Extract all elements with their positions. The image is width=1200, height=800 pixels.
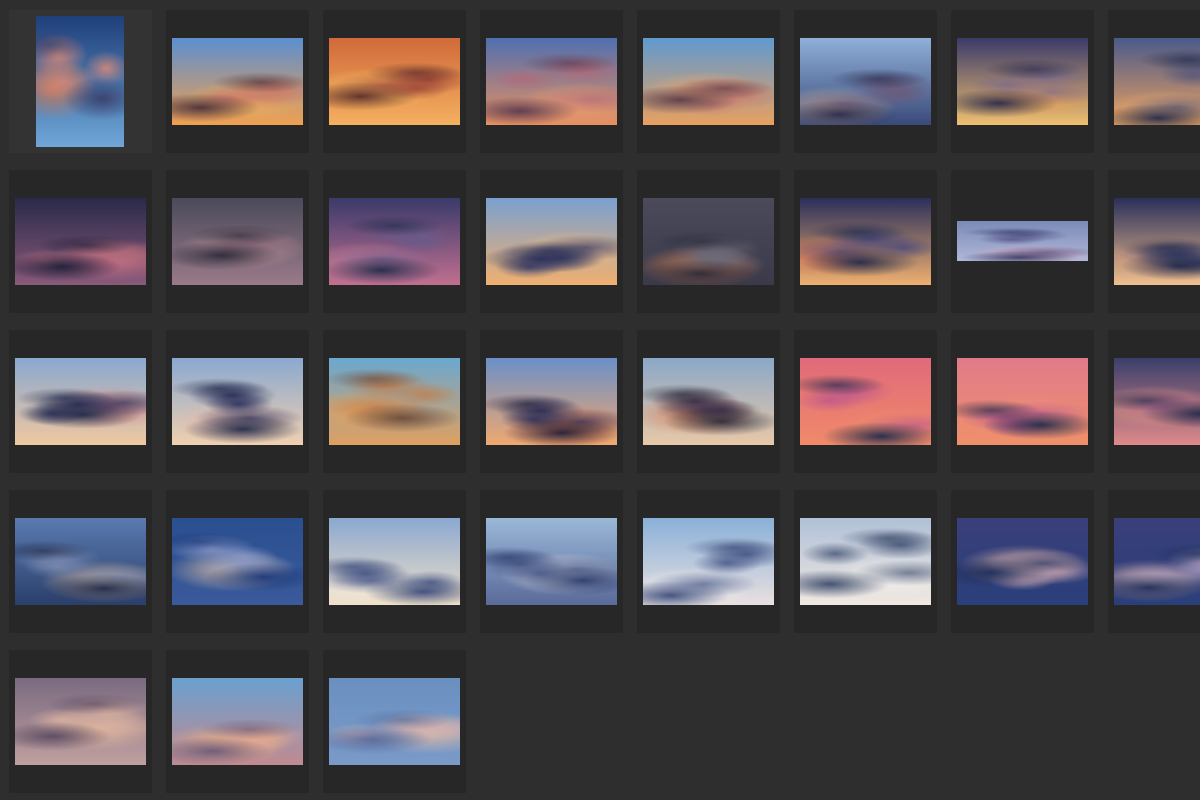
thumbnail-cell[interactable] [480, 330, 623, 473]
sky-photo-thumbnail [957, 38, 1088, 125]
sky-photo-thumbnail [486, 38, 617, 125]
sky-photo-thumbnail [643, 198, 774, 285]
thumbnail-cell[interactable] [166, 330, 309, 473]
thumbnail-cell[interactable] [637, 330, 780, 473]
thumbnail-cell[interactable] [637, 490, 780, 633]
thumbnail-cell[interactable] [794, 490, 937, 633]
sky-photo-thumbnail [800, 518, 931, 605]
thumbnail-cell[interactable] [323, 650, 466, 793]
thumbnail-cell[interactable] [951, 330, 1094, 473]
sky-photo-thumbnail [643, 518, 774, 605]
sky-photo-thumbnail [172, 518, 303, 605]
thumbnail-cell[interactable] [1108, 490, 1200, 633]
thumbnail-cell[interactable] [166, 490, 309, 633]
sky-photo-thumbnail [643, 358, 774, 445]
sky-photo-thumbnail [329, 518, 460, 605]
thumbnail-cell[interactable] [323, 330, 466, 473]
sky-photo-thumbnail [172, 678, 303, 765]
thumbnail-cell[interactable] [166, 650, 309, 793]
thumbnail-cell[interactable] [9, 10, 152, 153]
sky-photo-thumbnail [15, 518, 146, 605]
thumbnail-cell[interactable] [951, 170, 1094, 313]
sky-photo-thumbnail [329, 198, 460, 285]
sky-photo-thumbnail [1114, 518, 1200, 605]
sky-photo-thumbnail [486, 518, 617, 605]
thumbnail-cell[interactable] [9, 170, 152, 313]
thumbnail-cell[interactable] [951, 10, 1094, 153]
sky-photo-thumbnail [1114, 38, 1200, 125]
sky-photo-thumbnail [486, 198, 617, 285]
thumbnail-cell[interactable] [323, 10, 466, 153]
sky-photo-thumbnail [172, 38, 303, 125]
thumbnail-cell[interactable] [166, 170, 309, 313]
sky-photo-thumbnail [800, 198, 931, 285]
thumbnail-cell[interactable] [9, 330, 152, 473]
sky-photo-thumbnail [643, 38, 774, 125]
thumbnail-cell[interactable] [637, 10, 780, 153]
sky-photo-thumbnail [1114, 358, 1200, 445]
thumbnail-cell[interactable] [794, 10, 937, 153]
sky-photo-thumbnail [329, 358, 460, 445]
sky-photo-thumbnail [1114, 198, 1200, 285]
sky-photo-thumbnail [957, 518, 1088, 605]
sky-photo-thumbnail [957, 221, 1088, 261]
sky-photo-thumbnail [329, 678, 460, 765]
sky-photo-thumbnail [172, 358, 303, 445]
thumbnail-cell[interactable] [1108, 10, 1200, 153]
thumbnail-cell[interactable] [1108, 170, 1200, 313]
thumbnail-cell[interactable] [166, 10, 309, 153]
thumbnail-cell[interactable] [9, 650, 152, 793]
thumbnail-cell[interactable] [1108, 330, 1200, 473]
thumbnail-cell[interactable] [480, 170, 623, 313]
thumbnail-grid [0, 0, 1200, 800]
thumbnail-cell[interactable] [951, 490, 1094, 633]
sky-photo-thumbnail [957, 358, 1088, 445]
thumbnail-cell[interactable] [794, 170, 937, 313]
thumbnail-cell[interactable] [9, 490, 152, 633]
thumbnail-cell[interactable] [794, 330, 937, 473]
sky-photo-thumbnail [15, 678, 146, 765]
thumbnail-cell[interactable] [323, 170, 466, 313]
sky-photo-thumbnail [15, 358, 146, 445]
sky-photo-thumbnail [800, 358, 931, 445]
sky-photo-thumbnail [329, 38, 460, 125]
thumbnail-cell[interactable] [480, 490, 623, 633]
sky-photo-thumbnail [15, 198, 146, 285]
sky-photo-thumbnail [486, 358, 617, 445]
thumbnail-cell[interactable] [323, 490, 466, 633]
sky-photo-thumbnail [800, 38, 931, 125]
thumbnail-cell[interactable] [480, 10, 623, 153]
sky-photo-thumbnail [36, 16, 124, 147]
thumbnail-cell[interactable] [637, 170, 780, 313]
sky-photo-thumbnail [172, 198, 303, 285]
